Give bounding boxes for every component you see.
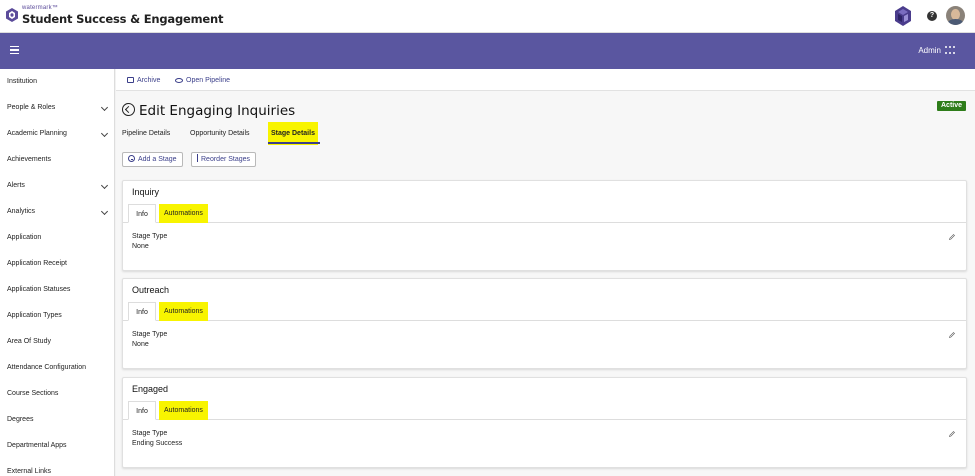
sidebar-item-departmental-apps[interactable]: Departmental Apps [0,433,114,459]
stage-type-value: None [132,243,149,250]
open-pipeline-button[interactable]: Open Pipeline [175,77,230,84]
sidebar-item-analytics[interactable]: Analytics [0,199,114,225]
add-stage-button[interactable]: Add a Stage [122,152,183,167]
sidebar-item-label: Academic Planning [7,130,67,137]
sidebar-item-label: Application Receipt [7,260,67,267]
sidebar-item-label: Attendance Configuration [7,364,86,371]
stage-tab-info[interactable]: Info [128,401,156,420]
brand-wordmark: watermark™ [22,5,59,11]
stage-name: Inquiry [132,187,160,197]
sidebar-item-label: Area Of Study [7,338,51,345]
user-menu[interactable]: Admin [918,46,941,55]
active-tab-indicator [268,142,320,144]
reorder-stages-label: Reorder Stages [201,156,251,163]
sidebar-item-label: Application Statuses [7,286,71,293]
help-icon[interactable]: ? [927,11,937,21]
chevron-down-icon [100,207,109,216]
stage-card: Inquiry Info Automations Stage Type None [122,180,967,271]
nav-bar: Admin [0,33,975,69]
app-title: Student Success & Engagement [22,12,224,26]
sidebar-item-course-sections[interactable]: Course Sections [0,381,114,407]
stage-card: Outreach Info Automations Stage Type Non… [122,278,967,369]
stage-tabs: Info Automations [123,401,966,420]
sidebar-item-application-statuses[interactable]: Application Statuses [0,277,114,303]
page-title: Edit Engaging Inquiries [139,103,296,119]
sidebar-item-application[interactable]: Application [0,225,114,251]
pipeline-icon [175,78,183,83]
apps-grid-icon[interactable] [945,46,955,56]
stage-tab-automations[interactable]: Automations [159,302,208,321]
avatar-shoulders [948,19,963,25]
sidebar-item-label: Institution [7,78,37,85]
menu-icon[interactable] [10,46,19,54]
chevron-down-icon [100,103,109,112]
sidebar-item-label: External Links [7,468,51,475]
tab-pipeline-details[interactable]: Pipeline Details [122,122,170,145]
stage-tab-automations[interactable]: Automations [159,401,208,420]
sidebar-item-area-of-study[interactable]: Area Of Study [0,329,114,355]
status-badge: Active [937,101,967,111]
sidebar-item-label: People & Roles [7,104,56,111]
sidebar-item-label: Application [7,234,42,241]
sidebar-item-label: Achievements [7,156,51,163]
sidebar-item-academic-planning[interactable]: Academic Planning [0,121,114,147]
content-area: Edit Engaging Inquiries Active Pipeline … [116,91,975,476]
sidebar-item-people-roles[interactable]: People & Roles [0,95,114,121]
stage-tabs: Info Automations [123,302,966,321]
edit-pencil-icon[interactable] [949,332,955,338]
sidebar-item-label: Analytics [7,208,36,215]
archive-icon [127,77,134,83]
stage-type-label: Stage Type [132,331,168,338]
sidebar-item-label: Alerts [7,182,25,189]
stage-tab-info[interactable]: Info [128,302,156,321]
back-arrow-icon[interactable] [122,103,135,116]
reorder-icon [197,154,198,162]
stage-type-label: Stage Type [132,233,168,240]
sidebar-item-application-receipt[interactable]: Application Receipt [0,251,114,277]
archive-label: Archive [137,77,161,84]
stage-type-label: Stage Type [132,430,168,437]
open-pipeline-label: Open Pipeline [186,77,230,84]
sidebar-item-alerts[interactable]: Alerts [0,173,114,199]
sidebar-item-degrees[interactable]: Degrees [0,407,114,433]
archive-button[interactable]: Archive [127,77,160,84]
avatar[interactable] [946,6,965,25]
stage-tab-automations[interactable]: Automations [159,204,208,223]
sidebar: Institution People & Roles Academic Planni… [0,69,115,476]
plus-circle-icon [128,155,135,162]
tab-opportunity-details[interactable]: Opportunity Details [190,122,250,145]
chevron-down-icon [100,129,109,138]
sidebar-item-institution[interactable]: Institution [0,69,114,95]
stage-tab-info[interactable]: Info [128,204,156,223]
stage-name: Outreach [132,285,170,295]
top-bar: watermark™ Student Success & Engagement … [0,0,975,33]
sidebar-item-attendance-configuration[interactable]: Attendance Configuration [0,355,114,381]
main-panel: Archive Open Pipeline Edit Engaging Inqu… [116,69,975,476]
sidebar-item-label: Course Sections [7,390,59,397]
chevron-down-icon [100,181,109,190]
stage-type-value: None [132,341,149,348]
watermark-logo-icon [6,8,18,22]
sidebar-item-label: Degrees [7,416,34,423]
sidebar-item-external-links[interactable]: External Links [0,459,114,476]
sidebar-item-label: Application Types [7,312,62,319]
stage-card: Engaged Info Automations Stage Type Endi… [122,377,967,468]
action-bar: Archive Open Pipeline [116,69,975,91]
sidebar-item-label: Departmental Apps [7,442,67,449]
sidebar-item-achievements[interactable]: Achievements [0,147,114,173]
stage-name: Engaged [132,384,169,394]
reorder-stages-button[interactable]: Reorder Stages [191,152,257,167]
edit-pencil-icon[interactable] [949,234,955,240]
stage-tabs: Info Automations [123,204,966,223]
product-switcher-icon[interactable] [893,6,913,26]
edit-pencil-icon[interactable] [949,431,955,437]
stage-type-value: Ending Success [132,440,183,447]
add-stage-label: Add a Stage [138,156,177,163]
sidebar-item-application-types[interactable]: Application Types [0,303,114,329]
